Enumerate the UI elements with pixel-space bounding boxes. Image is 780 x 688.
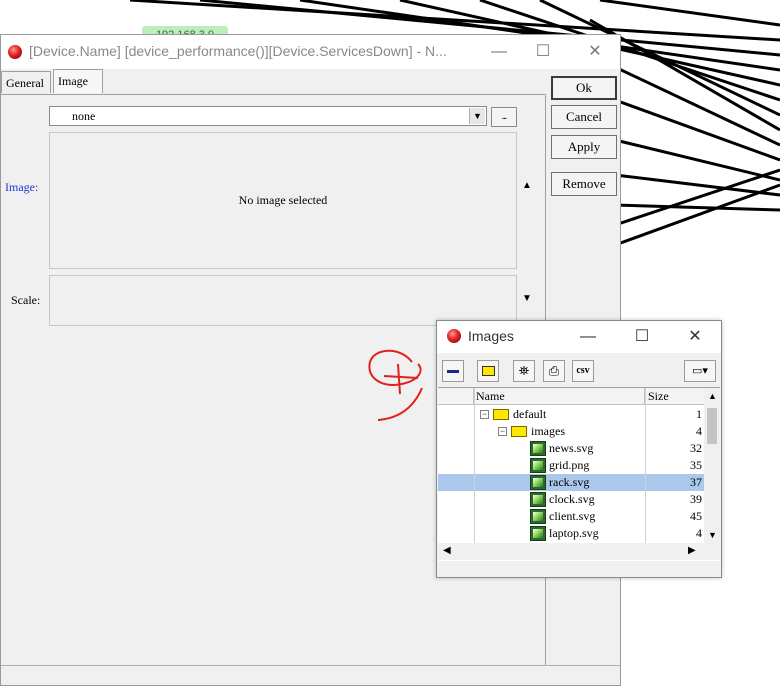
tree-item-name: images	[531, 424, 565, 438]
tree-row[interactable]: clock.svg 39	[438, 491, 704, 508]
tree-item-size: 39	[690, 492, 702, 506]
scroll-up-icon[interactable]: ▲	[522, 180, 532, 191]
collapse-icon[interactable]: −	[498, 427, 507, 436]
binoculars-icon: ⛯	[518, 363, 530, 378]
column-header-name[interactable]: Name	[474, 388, 645, 405]
vertical-scrollbar[interactable]: ▲ ▼	[704, 388, 720, 543]
column-separator	[474, 388, 475, 543]
tree-row[interactable]: news.svg 32	[438, 440, 704, 457]
folder-icon	[481, 366, 495, 377]
scroll-up-icon[interactable]: ▲	[708, 391, 717, 401]
ok-button[interactable]: Ok	[551, 76, 617, 100]
scale-label: Scale:	[11, 293, 41, 307]
tree-row[interactable]: grid.png 35	[438, 457, 704, 474]
grid-header-gutter	[438, 388, 474, 405]
maximize-button[interactable]: ☐	[529, 39, 557, 65]
tree-item-name: news.svg	[549, 441, 594, 455]
tree-item-size: 45	[690, 509, 702, 523]
tree-row[interactable]: client.svg 45	[438, 508, 704, 525]
image-file-icon	[530, 492, 546, 507]
images-title-bar[interactable]: Images — ☐ ✕	[437, 321, 721, 353]
collapse-icon[interactable]: −	[480, 410, 489, 419]
image-select-value: none	[72, 109, 96, 123]
minus-icon	[447, 369, 459, 373]
tree-item-name: client.svg	[549, 509, 596, 523]
cancel-button[interactable]: Cancel	[551, 105, 617, 129]
apply-button[interactable]: Apply	[551, 135, 617, 159]
image-label: Image:	[5, 180, 39, 194]
dropdown-arrow-icon[interactable]: ▼	[469, 108, 485, 124]
window-title: [Device.Name] [device_performance()][Dev…	[29, 43, 447, 59]
image-file-icon	[530, 458, 546, 473]
image-preview: No image selected	[49, 132, 517, 269]
image-file-icon	[530, 526, 546, 541]
image-file-icon	[530, 441, 546, 456]
tree-item-name: default	[513, 407, 547, 421]
columns-menu-button[interactable]: ▭▾	[684, 360, 716, 382]
scale-field[interactable]	[49, 275, 517, 326]
remove-image-button[interactable]	[442, 360, 464, 382]
title-bar[interactable]: [Device.Name] [device_performance()][Dev…	[1, 35, 620, 69]
image-select[interactable]: none ▼	[49, 106, 487, 126]
close-button[interactable]: ✕	[581, 39, 609, 65]
scroll-down-icon[interactable]: ▼	[708, 530, 717, 540]
images-tree-grid: Name Size − default 1− images 4 news.svg 32 gri…	[438, 387, 720, 561]
image-placeholder: No image selected	[238, 193, 328, 207]
printer-icon: ⎙	[548, 363, 560, 378]
tree-item-name: grid.png	[549, 458, 590, 472]
image-file-icon	[530, 509, 546, 524]
tree-item-name: clock.svg	[549, 492, 595, 506]
browse-button[interactable]: ...	[491, 107, 517, 127]
tree-item-size: 37	[690, 475, 702, 489]
images-window: Images — ☐ ✕ ⛯ ⎙ csv ▭▾ Name Size − defau…	[436, 320, 722, 578]
tree-item-size: 32	[690, 441, 702, 455]
tree-row[interactable]: − default 1	[438, 406, 704, 423]
export-csv-button[interactable]: csv	[572, 360, 594, 382]
status-strip	[1, 665, 620, 686]
images-window-title: Images	[468, 328, 514, 344]
maximize-button[interactable]: ☐	[628, 324, 656, 350]
tree-item-name: laptop.svg	[549, 526, 599, 540]
image-file-icon	[530, 475, 546, 490]
folder-icon	[511, 426, 527, 437]
tree-item-name: rack.svg	[549, 475, 590, 489]
tree-item-size: 4	[696, 424, 702, 438]
column-separator	[645, 388, 646, 543]
app-icon	[447, 329, 461, 343]
red-annotation-circle	[368, 349, 423, 421]
tree-row[interactable]: laptop.svg 4	[438, 525, 704, 542]
print-button[interactable]: ⎙	[543, 360, 565, 382]
minimize-button[interactable]: —	[485, 39, 513, 65]
close-button[interactable]: ✕	[681, 324, 709, 350]
tree-row[interactable]: rack.svg 37	[438, 474, 704, 491]
horizontal-scrollbar[interactable]: ◀ ▶	[438, 543, 720, 560]
tree-item-size: 4	[696, 526, 702, 540]
find-button[interactable]: ⛯	[513, 360, 535, 382]
tab-image[interactable]: Image	[53, 69, 103, 93]
folder-icon	[493, 409, 509, 420]
tree-row[interactable]: − images 4	[438, 423, 704, 440]
scroll-down-icon[interactable]: ▼	[522, 293, 532, 304]
new-folder-button[interactable]	[477, 360, 499, 382]
app-icon	[8, 45, 22, 59]
minimize-button[interactable]: —	[574, 324, 602, 350]
columns-icon: ▭▾	[692, 365, 708, 377]
scrollbar-thumb[interactable]	[707, 408, 717, 444]
remove-button[interactable]: Remove	[551, 172, 617, 196]
column-header-size[interactable]: Size	[645, 388, 704, 405]
tree-item-size: 1	[696, 407, 702, 421]
scroll-right-icon[interactable]: ▶	[688, 545, 696, 556]
scroll-left-icon[interactable]: ◀	[443, 545, 451, 556]
tree-item-size: 35	[690, 458, 702, 472]
tab-general[interactable]: General	[1, 71, 51, 93]
